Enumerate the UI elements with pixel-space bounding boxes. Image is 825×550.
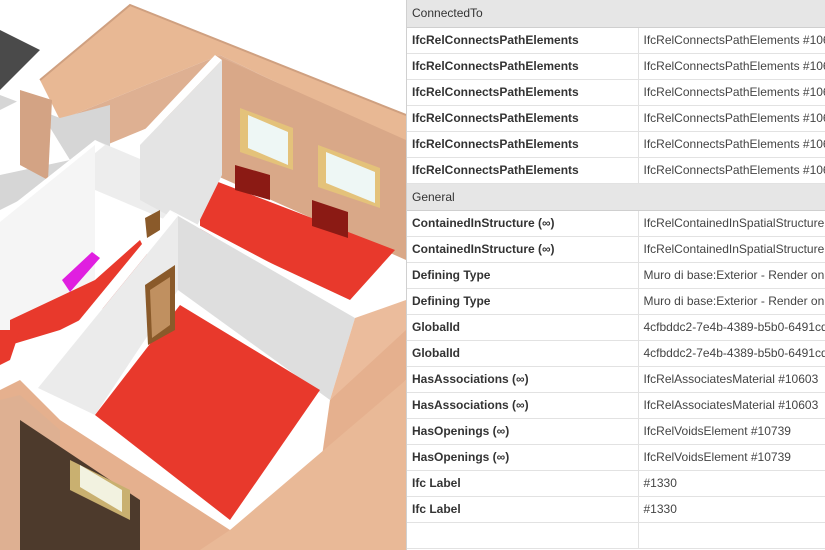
property-key: Ifc Label: [407, 496, 639, 523]
property-value: IfcRelConnectsPathElements #1068: [638, 53, 825, 80]
property-row[interactable]: Defining Type Muro di base:Exterior - Ren…: [407, 288, 825, 315]
3d-model-viewport[interactable]: [0, 0, 406, 550]
property-value: IfcRelVoidsElement #10739: [638, 444, 825, 471]
property-value: IfcRelConnectsPathElements #1068: [638, 79, 825, 106]
property-key: HasOpenings (∞): [407, 444, 639, 471]
property-value: #1330: [638, 496, 825, 523]
property-row[interactable]: Ifc Label #1330: [407, 496, 825, 523]
property-row[interactable]: HasAssociations (∞) IfcRelAssociatesMater…: [407, 392, 825, 419]
section-title: ConnectedTo: [407, 0, 825, 28]
property-key: GlobalId: [407, 340, 639, 367]
property-key: Defining Type: [407, 262, 639, 289]
property-value: IfcRelVoidsElement #10739: [638, 418, 825, 445]
property-row[interactable]: Defining Type Muro di base:Exterior - Ren…: [407, 262, 825, 289]
building-3d-view[interactable]: [0, 0, 406, 550]
property-key: HasOpenings (∞): [407, 418, 639, 445]
property-value: [638, 522, 825, 549]
property-key: HasAssociations (∞): [407, 392, 639, 419]
property-row[interactable]: HasAssociations (∞) IfcRelAssociatesMater…: [407, 366, 825, 393]
property-value: IfcRelConnectsPathElements #1068: [638, 131, 825, 158]
property-value: IfcRelContainedInSpatialStructure #: [638, 210, 825, 237]
property-value: IfcRelAssociatesMaterial #10603: [638, 366, 825, 393]
property-key: [407, 522, 639, 549]
property-key: IfcRelConnectsPathElements: [407, 27, 639, 54]
property-row[interactable]: IfcRelConnectsPathElements IfcRelConnects…: [407, 157, 825, 184]
property-row[interactable]: IfcRelConnectsPathElements IfcRelConnects…: [407, 131, 825, 158]
property-row[interactable]: HasOpenings (∞) IfcRelVoidsElement #10739: [407, 444, 825, 471]
property-row[interactable]: Ifc Label #1330: [407, 470, 825, 497]
property-row[interactable]: ContainedInStructure (∞) IfcRelContainedI…: [407, 236, 825, 263]
property-value: Muro di base:Exterior - Render on B: [638, 262, 825, 289]
property-value: IfcRelAssociatesMaterial #10603: [638, 392, 825, 419]
property-key: IfcRelConnectsPathElements: [407, 157, 639, 184]
properties-panel[interactable]: ConnectedTo IfcRelConnectsPathElements If…: [406, 0, 825, 550]
property-value: IfcRelConnectsPathElements #1068: [638, 105, 825, 132]
property-key: GlobalId: [407, 314, 639, 341]
property-value: #1330: [638, 470, 825, 497]
property-key: Defining Type: [407, 288, 639, 315]
property-key: ContainedInStructure (∞): [407, 210, 639, 237]
property-key: IfcRelConnectsPathElements: [407, 53, 639, 80]
property-row[interactable]: GlobalId 4cfbddc2-7e4b-4389-b5b0-6491cda: [407, 340, 825, 367]
property-key: HasAssociations (∞): [407, 366, 639, 393]
property-row[interactable]: GlobalId 4cfbddc2-7e4b-4389-b5b0-6491cda: [407, 314, 825, 341]
section-header-connected-to[interactable]: ConnectedTo: [407, 0, 825, 28]
property-row[interactable]: IfcRelConnectsPathElements IfcRelConnects…: [407, 79, 825, 106]
property-row[interactable]: HasOpenings (∞) IfcRelVoidsElement #10739: [407, 418, 825, 445]
property-value: IfcRelConnectsPathElements #1068: [638, 27, 825, 54]
property-row[interactable]: [407, 522, 825, 549]
property-key: IfcRelConnectsPathElements: [407, 105, 639, 132]
property-value: IfcRelConnectsPathElements #1068: [638, 157, 825, 184]
property-value: Muro di base:Exterior - Render on B: [638, 288, 825, 315]
property-key: ContainedInStructure (∞): [407, 236, 639, 263]
section-header-general[interactable]: General: [407, 183, 825, 211]
property-key: Ifc Label: [407, 470, 639, 497]
property-row[interactable]: IfcRelConnectsPathElements IfcRelConnects…: [407, 105, 825, 132]
property-row[interactable]: IfcRelConnectsPathElements IfcRelConnects…: [407, 53, 825, 80]
property-key: IfcRelConnectsPathElements: [407, 131, 639, 158]
section-title: General: [407, 183, 825, 211]
exterior-wall-left: [20, 90, 52, 180]
property-key: IfcRelConnectsPathElements: [407, 79, 639, 106]
property-value: 4cfbddc2-7e4b-4389-b5b0-6491cda: [638, 340, 825, 367]
property-row[interactable]: ContainedInStructure (∞) IfcRelContainedI…: [407, 210, 825, 237]
properties-table: ConnectedTo IfcRelConnectsPathElements If…: [407, 0, 825, 549]
property-value: 4cfbddc2-7e4b-4389-b5b0-6491cda: [638, 314, 825, 341]
property-value: IfcRelContainedInSpatialStructure #: [638, 236, 825, 263]
property-row[interactable]: IfcRelConnectsPathElements IfcRelConnects…: [407, 27, 825, 54]
